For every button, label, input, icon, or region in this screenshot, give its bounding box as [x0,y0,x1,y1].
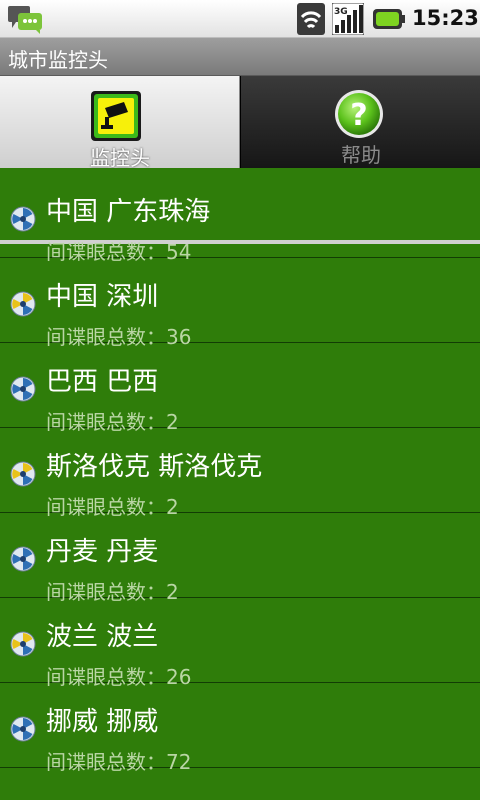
list-item[interactable]: 丹麦 丹麦 间谍眼总数：2 [0,513,480,602]
list-item[interactable]: 中国 广东珠海 间谍眼总数：54 [0,173,480,262]
tab-help[interactable]: ? 帮助 [240,76,480,168]
list-item[interactable]: 中国 深圳 间谍眼总数：36 [0,258,480,347]
status-clock: 15:23 [412,6,479,30]
svg-text:?: ? [350,98,367,133]
tab-bar: 监控头 ? 帮助 [0,76,480,244]
list-item[interactable]: 巴西 巴西 间谍眼总数：2 [0,343,480,432]
radar-blue-icon [10,546,36,572]
list-item-title: 斯洛伐克 斯洛伐克 [46,452,263,482]
radar-yellow-icon [10,291,36,317]
camera-icon [91,91,141,141]
tab-label-cameras: 监控头 [90,146,150,170]
list-item-title: 中国 深圳 [46,282,159,312]
list-item[interactable]: 波兰 波兰 间谍眼总数：26 [0,598,480,687]
sms-notification-icon[interactable] [6,4,46,34]
list-item-title: 巴西 巴西 [46,367,159,397]
radar-blue-icon [10,206,36,232]
list-item-title: 丹麦 丹麦 [46,537,159,567]
tab-label-help: 帮助 [341,143,381,167]
help-icon: ? [335,90,383,138]
list-item-count: 间谍眼总数：72 [46,750,192,774]
tab-cameras[interactable]: 监控头 [0,76,240,170]
city-list: 中国 广东珠海 间谍眼总数：54 中国 深圳 间谍眼总数：36 巴西 巴西 间谍… [0,173,480,772]
page-title: 城市监控头 [8,48,108,72]
radar-yellow-icon [10,461,36,487]
3g-signal-icon: 3G [332,3,364,35]
list-item[interactable]: 挪威 挪威 间谍眼总数：72 [0,683,480,772]
list-item-title: 波兰 波兰 [46,622,159,652]
radar-yellow-icon [10,631,36,657]
list-item-title: 中国 广东珠海 [46,197,211,227]
radar-blue-icon [10,716,36,742]
title-bar: 城市监控头 [0,38,480,76]
status-bar: 3G 15:23 [0,0,480,38]
svg-text:3G: 3G [334,7,348,17]
list-item[interactable]: 斯洛伐克 斯洛伐克 间谍眼总数：2 [0,428,480,517]
wifi-icon [297,3,325,35]
battery-icon [373,9,405,29]
radar-blue-icon [10,376,36,402]
list-item-title: 挪威 挪威 [46,707,159,737]
